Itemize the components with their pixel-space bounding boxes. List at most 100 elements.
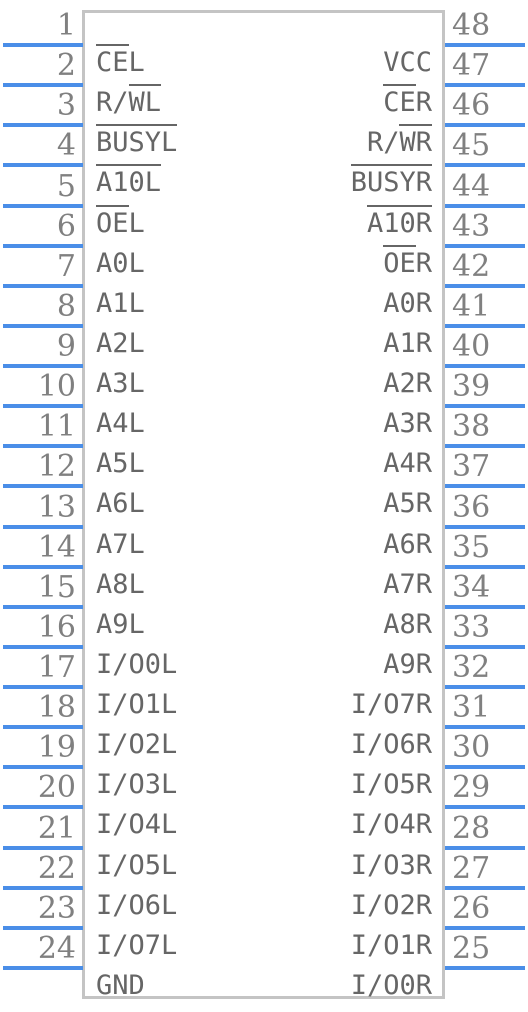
pin-line[interactable]: [445, 163, 525, 168]
pin-label: A9L: [96, 608, 145, 640]
pin-number: 47: [452, 48, 491, 84]
pin-line[interactable]: [3, 604, 83, 609]
pin-line[interactable]: [3, 123, 83, 128]
pin-line[interactable]: [445, 243, 525, 248]
pin-label: I/O6L: [96, 889, 178, 921]
pin-label: VCC: [383, 47, 432, 78]
overbar-segment: BUSYR: [350, 164, 433, 199]
pin-line[interactable]: [445, 644, 525, 649]
pin-number: 12: [37, 449, 76, 485]
pin-number: 39: [452, 369, 491, 405]
pin-line[interactable]: [3, 925, 83, 930]
pin-label: CEL: [96, 44, 145, 78]
pin-line[interactable]: [3, 163, 83, 168]
pin-line[interactable]: [445, 564, 525, 569]
pin-label: R/WL: [96, 84, 162, 119]
pin-label: I/O5L: [96, 849, 178, 881]
pin-line[interactable]: [3, 845, 83, 850]
pin-line[interactable]: [3, 444, 83, 449]
pin-line[interactable]: [445, 805, 525, 810]
pin-line[interactable]: [3, 283, 83, 288]
pin-label: A7L: [96, 528, 145, 560]
pin-line[interactable]: [445, 404, 525, 409]
pin-line[interactable]: [3, 885, 83, 890]
pin-line[interactable]: [445, 524, 525, 529]
pin-line[interactable]: [445, 484, 525, 489]
pin-line[interactable]: [445, 765, 525, 770]
pin-number: 3: [56, 88, 76, 124]
pin-line[interactable]: [445, 283, 525, 288]
pin-line[interactable]: [3, 43, 83, 47]
pin-line[interactable]: [3, 725, 83, 730]
pin-line[interactable]: [445, 43, 525, 47]
pin-line[interactable]: [445, 604, 525, 609]
pin-number: 46: [452, 88, 491, 124]
overbar-segment: WL: [128, 84, 162, 119]
pin-number: 9: [56, 329, 76, 365]
overbar-segment: OE: [383, 244, 416, 279]
pin-label: A3L: [96, 368, 145, 400]
pin-line[interactable]: [3, 203, 83, 208]
pin-label: I/O6R: [350, 729, 432, 761]
pin-label: A4R: [383, 448, 432, 480]
pin-line[interactable]: [3, 364, 83, 369]
pin-label: A6R: [383, 528, 432, 560]
pin-number: 26: [452, 890, 491, 926]
pin-number: 42: [452, 248, 491, 284]
pin-number: 17: [37, 650, 76, 686]
pin-number: 24: [37, 930, 76, 966]
pin-label: A7R: [383, 568, 432, 600]
pin-number: 16: [37, 609, 76, 645]
pin-line[interactable]: [3, 404, 83, 409]
pin-line[interactable]: [445, 885, 525, 890]
pin-label: I/O5R: [350, 769, 432, 801]
pin-number: 21: [37, 810, 76, 846]
pin-line[interactable]: [3, 644, 83, 649]
pin-line[interactable]: [3, 805, 83, 810]
pin-line[interactable]: [445, 83, 525, 88]
pin-line[interactable]: [3, 564, 83, 569]
pin-line[interactable]: [445, 685, 525, 690]
pin-line[interactable]: [3, 83, 83, 88]
pin-number: 2: [56, 48, 76, 84]
pin-label: A0L: [96, 247, 145, 279]
pin-line[interactable]: [445, 965, 525, 970]
pin-line[interactable]: [3, 524, 83, 529]
ic-pinout-symbol: 1 CEL 2 R/WL 3 BUSYL 4 A10L 5 OEL 6 A0L 7 A1L 8 A2L 9 A3L…: [0, 0, 528, 1012]
pin-line[interactable]: [445, 123, 525, 128]
overbar-segment: WR: [399, 124, 432, 159]
pin-line[interactable]: [445, 203, 525, 208]
pin-label: OER: [383, 244, 432, 279]
overbar-segment: CE: [96, 44, 129, 78]
pin-number: 33: [452, 609, 491, 645]
pin-number: 29: [452, 770, 491, 806]
pin-number: 14: [37, 529, 76, 565]
pin-number: 6: [56, 208, 76, 244]
pin-label: I/O4L: [96, 809, 178, 841]
pin-line[interactable]: [445, 925, 525, 930]
pin-label: BUSYL: [96, 124, 178, 156]
pin-number: 25: [452, 930, 491, 966]
pin-label: I/O4R: [350, 809, 432, 841]
pin-line[interactable]: [445, 364, 525, 369]
pin-number: 41: [452, 288, 491, 324]
pin-line[interactable]: [3, 323, 83, 328]
pin-number: 10: [37, 369, 76, 405]
pin-line[interactable]: [3, 685, 83, 690]
pin-number: 19: [37, 730, 76, 766]
pin-line[interactable]: [3, 765, 83, 770]
pin-label: A1R: [383, 327, 432, 359]
pin-line[interactable]: [445, 444, 525, 449]
pin-number: 13: [37, 489, 76, 525]
pin-line[interactable]: [445, 725, 525, 730]
pin-label: I/O3L: [96, 769, 178, 801]
pin-number: 34: [452, 569, 491, 605]
pin-label: R/WR: [366, 124, 432, 159]
pin-line[interactable]: [3, 965, 83, 970]
pin-label: A1L: [96, 287, 145, 319]
pin-line[interactable]: [3, 484, 83, 489]
pin-line[interactable]: [445, 845, 525, 850]
pin-line[interactable]: [445, 323, 525, 328]
pin-number: 4: [56, 128, 76, 164]
pin-line[interactable]: [3, 243, 83, 248]
